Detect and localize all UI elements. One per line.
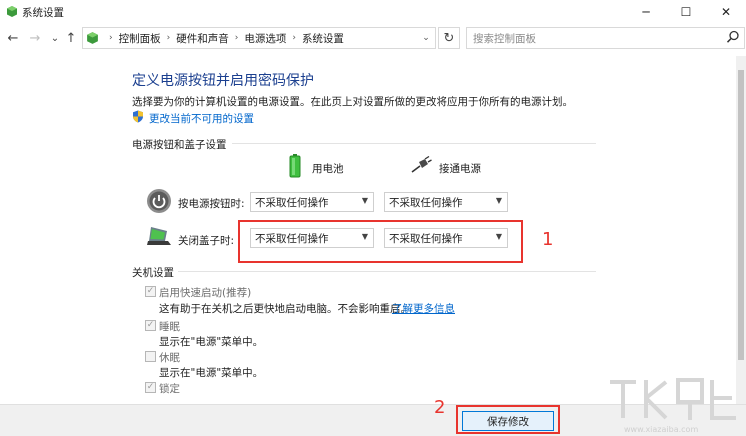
page-description: 选择要为你的计算机设置的电源设置。在此页上对设置所做的更改将应用于你所有的电源计… [132,96,573,108]
annotation-label-2: 2 [434,397,446,418]
breadcrumb-hardware-sound[interactable]: 硬件和声音 [176,31,229,46]
section-title-shutdown: 关机设置 [132,267,174,279]
svg-text:www.xiazaiba.com: www.xiazaiba.com [624,425,698,434]
column-header-battery: 用电池 [312,163,344,175]
annotation-label-1: 1 [542,229,554,250]
column-header-plugged: 接通电源 [439,163,481,175]
control-panel-icon [87,32,98,44]
fast-startup-checkbox[interactable]: ✓ [145,286,156,297]
refresh-button[interactable]: ↻ [438,27,460,49]
lid-close-label: 关闭盖子时: [178,235,235,247]
power-button-icon [147,189,171,213]
laptop-lid-icon [147,227,171,245]
maximize-button[interactable]: ☐ [666,0,706,24]
search-input[interactable]: 搜索控制面板 [466,27,745,49]
forward-arrow-icon[interactable]: → [26,29,44,47]
select-value: 不采取任何操作 [255,196,329,209]
select-value: 不采取任何操作 [389,196,463,209]
annotation-box-2 [456,405,560,434]
address-dropdown-icon[interactable]: ⌄ [416,27,436,49]
power-button-plugged-select[interactable]: 不采取任何操作 ▼ [384,192,508,212]
control-panel-icon [7,6,17,17]
battery-icon [289,154,301,178]
chevron-down-icon: ▼ [361,196,368,205]
up-arrow-icon[interactable]: ↑ [62,29,80,47]
power-button-label: 按电源按钮时: [178,198,245,210]
minimize-button[interactable]: ─ [626,0,666,24]
section-divider [178,271,596,272]
breadcrumb-system-settings[interactable]: 系统设置 [302,31,344,46]
change-unavailable-settings-link[interactable]: 更改当前不可用的设置 [149,111,254,126]
breadcrumb-sep: › [292,33,296,43]
uac-shield-icon [133,110,143,123]
hibernate-label: 休眠 [159,352,180,364]
fast-startup-desc: 这有助于在关机之后更快地启动电脑。不会影响重启。 [159,303,411,315]
address-bar[interactable]: › 控制面板 › 硬件和声音 › 电源选项 › 系统设置 [82,27,436,49]
section-title-power: 电源按钮和盖子设置 [132,139,227,151]
back-arrow-icon[interactable]: ← [4,29,22,47]
annotation-box-1 [238,220,523,263]
hibernate-desc: 显示在"电源"菜单中。 [159,367,264,379]
chevron-down-icon: ▼ [495,196,502,205]
breadcrumb-sep: › [234,33,239,43]
sleep-desc: 显示在"电源"菜单中。 [159,336,264,348]
section-divider [232,143,596,144]
close-button[interactable]: ✕ [706,0,746,24]
hibernate-checkbox[interactable] [145,351,156,362]
sleep-checkbox[interactable]: ✓ [145,320,156,331]
watermark-logo-icon: www.xiazaiba.com [610,378,736,434]
page-title: 定义电源按钮并启用密码保护 [132,73,314,89]
breadcrumb-sep: › [109,33,113,43]
power-plug-icon [411,156,432,173]
fast-startup-label: 启用快速启动(推荐) [159,287,252,299]
power-button-battery-select[interactable]: 不采取任何操作 ▼ [250,192,374,212]
sleep-label: 睡眠 [159,321,180,333]
window-title: 系统设置 [22,7,64,19]
breadcrumb-sep: › [166,33,171,43]
lock-label: 锁定 [159,383,180,395]
lock-checkbox[interactable]: ✓ [145,382,156,393]
search-icon[interactable] [726,30,740,44]
breadcrumb-control-panel[interactable]: 控制面板 [119,31,161,46]
breadcrumb-power-options[interactable]: 电源选项 [244,31,286,46]
learn-more-link[interactable]: 了解更多信息 [392,301,455,316]
scrollbar-thumb[interactable] [738,70,744,360]
